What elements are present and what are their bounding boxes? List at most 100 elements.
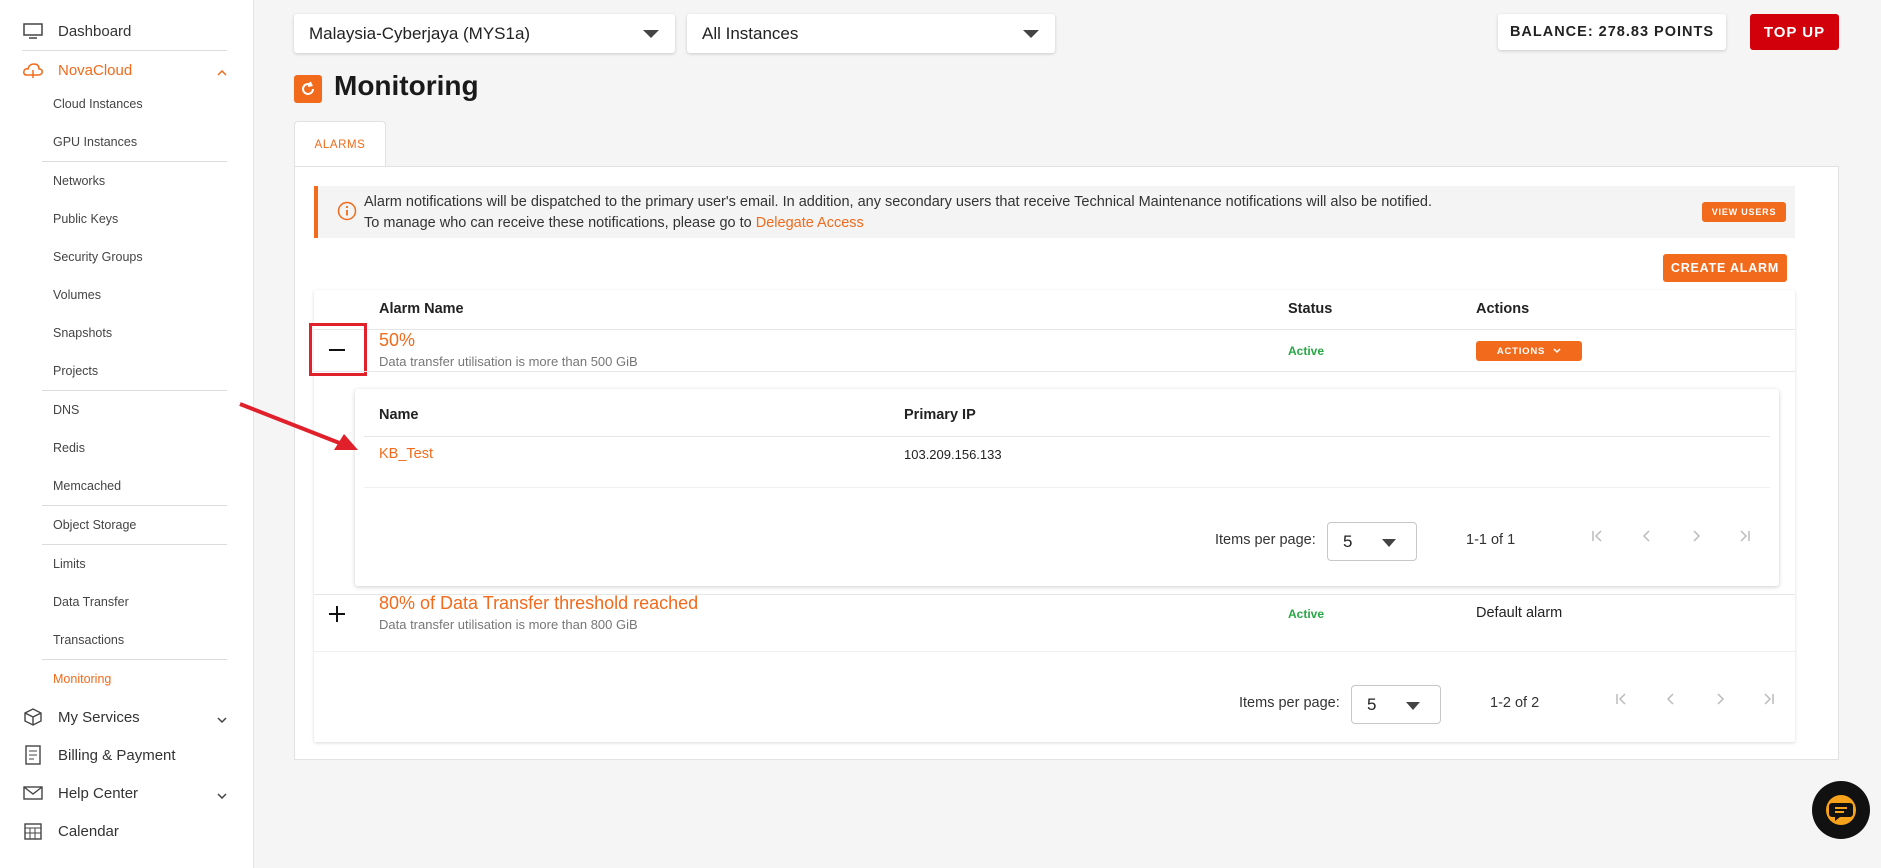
sidebar-item-data-transfer[interactable]: Data Transfer <box>0 583 253 621</box>
nav-novacloud[interactable]: NovaCloud <box>0 51 253 89</box>
nav-my-services[interactable]: My Services <box>0 698 253 736</box>
previous-page-icon[interactable] <box>1661 689 1681 709</box>
chevron-down-icon <box>217 786 227 803</box>
alarm-description: Data transfer utilisation is more than 8… <box>379 617 638 632</box>
expand-row-button[interactable] <box>324 601 350 627</box>
notice-text: Alarm notifications will be dispatched t… <box>364 194 1432 231</box>
first-page-icon[interactable] <box>1612 689 1632 709</box>
sidebar-item-security-groups[interactable]: Security Groups <box>0 238 253 276</box>
plus-icon <box>329 606 345 622</box>
minus-icon <box>329 349 345 351</box>
nav-dashboard[interactable]: Dashboard <box>0 12 253 50</box>
nav-calendar-label: Calendar <box>58 822 119 840</box>
notice-message: Alarm notifications will be dispatched t… <box>364 192 1444 234</box>
region-select-value: Malaysia-Cyberjaya (MYS1a) <box>309 23 531 43</box>
delegate-access-link[interactable]: Delegate Access <box>756 215 864 231</box>
default-alarm-label: Default alarm <box>1476 605 1563 621</box>
sidebar-item-snapshots[interactable]: Snapshots <box>0 314 253 352</box>
column-header-primary-ip: Primary IP <box>904 407 976 423</box>
status-badge: Active <box>1288 344 1325 358</box>
annotation-arrow <box>239 402 358 450</box>
nav-my-services-label: My Services <box>58 708 140 726</box>
divider <box>364 436 1770 437</box>
collapse-row-button[interactable] <box>324 337 350 363</box>
last-page-icon[interactable] <box>1734 526 1754 546</box>
nav-calendar[interactable]: Calendar <box>0 812 253 850</box>
notification-banner: Alarm notifications will be dispatched t… <box>314 186 1795 238</box>
first-page-icon[interactable] <box>1588 526 1608 546</box>
chevron-down-icon <box>217 710 227 727</box>
items-per-page-value: 5 <box>1367 694 1377 714</box>
items-per-page-value: 5 <box>1343 531 1353 551</box>
items-per-page-select[interactable]: 5 <box>1351 685 1441 724</box>
sidebar-item-public-keys[interactable]: Public Keys <box>0 200 253 238</box>
column-header-name: Name <box>379 407 419 423</box>
divider <box>364 487 1770 488</box>
divider <box>314 371 1795 372</box>
instances-select-value: All Instances <box>702 23 799 43</box>
alarm-name-link[interactable]: 50% <box>379 330 415 351</box>
view-users-button[interactable]: VIEW USERS <box>1702 202 1786 222</box>
nav-dashboard-label: Dashboard <box>58 22 132 40</box>
top-up-button[interactable]: TOP UP <box>1750 14 1839 50</box>
pagination-range: 1-1 of 1 <box>1466 532 1516 548</box>
sidebar-item-volumes[interactable]: Volumes <box>0 276 253 314</box>
alarm-description: Data transfer utilisation is more than 5… <box>379 354 638 369</box>
balance-display: BALANCE: 278.83 POINTS <box>1498 14 1726 50</box>
tab-alarms[interactable]: ALARMS <box>294 121 386 167</box>
caret-down-icon <box>1406 702 1420 710</box>
chat-icon <box>1826 795 1856 825</box>
box-icon <box>22 706 44 728</box>
nav-help-center-label: Help Center <box>58 784 139 802</box>
refresh-icon[interactable] <box>294 75 322 103</box>
previous-page-icon[interactable] <box>1637 526 1657 546</box>
monitor-icon <box>22 20 44 42</box>
alarm-name-link[interactable]: 80% of Data Transfer threshold reached <box>379 593 698 614</box>
create-alarm-button[interactable]: CREATE ALARM <box>1663 254 1787 282</box>
items-per-page-label: Items per page: <box>1239 695 1340 711</box>
billing-icon <box>22 744 44 766</box>
divider <box>314 329 1795 330</box>
sidebar-item-transactions[interactable]: Transactions <box>0 621 253 659</box>
instance-primary-ip: 103.209.156.133 <box>904 447 1002 462</box>
sidebar-item-redis[interactable]: Redis <box>0 429 253 467</box>
items-per-page-select[interactable]: 5 <box>1327 522 1417 561</box>
instance-name-link[interactable]: KB_Test <box>379 446 433 462</box>
chevron-up-icon <box>217 63 227 80</box>
sidebar-item-dns[interactable]: DNS <box>0 391 253 429</box>
sidebar-item-networks[interactable]: Networks <box>0 162 253 200</box>
novacloud-submenu: Cloud Instances GPU Instances Networks Publ… <box>0 85 253 698</box>
actions-label: ACTIONS <box>1496 345 1546 357</box>
chat-support-button[interactable] <box>1812 781 1870 839</box>
sidebar-item-limits[interactable]: Limits <box>0 545 253 583</box>
nav-billing-label: Billing & Payment <box>58 746 176 764</box>
sidebar-item-memcached[interactable]: Memcached <box>0 467 253 505</box>
caret-down-icon <box>1382 539 1396 547</box>
calendar-icon <box>22 820 44 842</box>
chevron-down-icon <box>1553 348 1561 354</box>
info-icon <box>337 201 357 226</box>
nav-novacloud-label: NovaCloud <box>58 61 133 79</box>
pagination-range: 1-2 of 2 <box>1490 695 1540 711</box>
page-title: Monitoring <box>334 70 479 101</box>
nav-help-center[interactable]: Help Center <box>0 774 253 812</box>
column-header-actions: Actions <box>1476 301 1530 317</box>
next-page-icon[interactable] <box>1686 526 1706 546</box>
actions-dropdown-button[interactable]: ACTIONS <box>1476 341 1582 361</box>
nav-billing[interactable]: Billing & Payment <box>0 736 253 774</box>
mail-icon <box>22 782 44 804</box>
caret-down-icon <box>643 30 659 38</box>
sidebar-item-object-storage[interactable]: Object Storage <box>0 506 253 544</box>
region-select[interactable]: Malaysia-Cyberjaya (MYS1a) <box>294 14 675 53</box>
cloud-icon <box>22 59 44 81</box>
column-header-alarm-name: Alarm Name <box>379 301 464 317</box>
last-page-icon[interactable] <box>1758 689 1778 709</box>
items-per-page-label: Items per page: <box>1215 532 1316 548</box>
sidebar-item-projects[interactable]: Projects <box>0 352 253 390</box>
sidebar-item-monitoring[interactable]: Monitoring <box>0 660 253 698</box>
sidebar-item-cloud-instances[interactable]: Cloud Instances <box>0 85 253 123</box>
next-page-icon[interactable] <box>1710 689 1730 709</box>
sidebar: Dashboard NovaCloud Cloud Instances GPU I… <box>0 0 254 868</box>
sidebar-item-gpu-instances[interactable]: GPU Instances <box>0 123 253 161</box>
instances-select[interactable]: All Instances <box>687 14 1055 53</box>
